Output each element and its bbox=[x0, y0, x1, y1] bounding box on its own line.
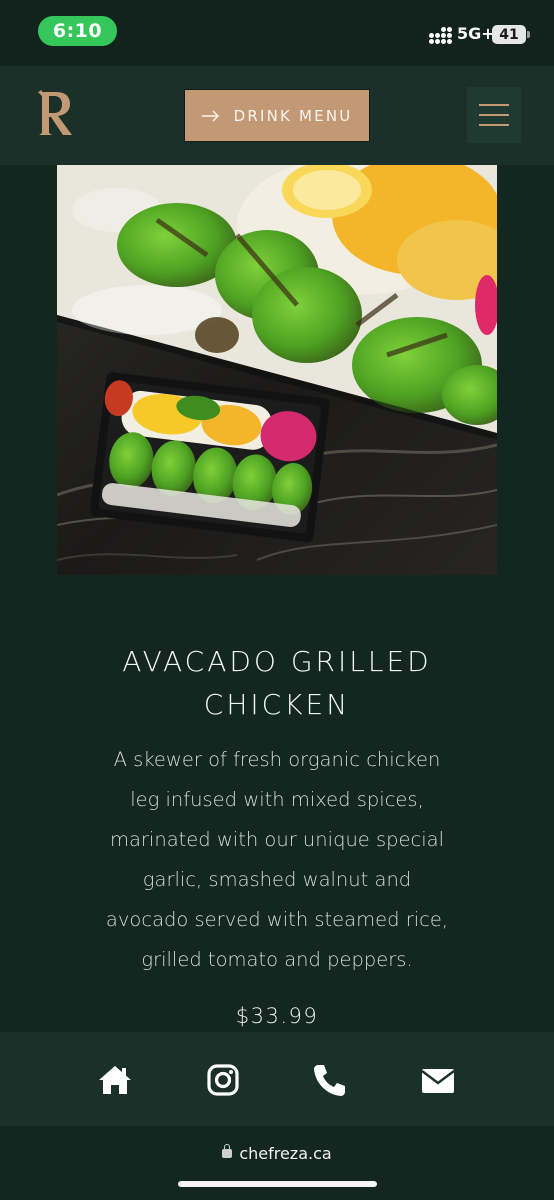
mail-icon[interactable] bbox=[420, 1062, 456, 1098]
signal-icon bbox=[429, 27, 452, 45]
hamburger-line bbox=[479, 124, 509, 126]
hamburger-line bbox=[479, 114, 509, 116]
description-line: leg infused with mixed spices, bbox=[130, 788, 424, 811]
home-indicator[interactable] bbox=[178, 1181, 377, 1187]
dish-photo bbox=[57, 165, 497, 575]
network-type: 5G+ bbox=[457, 24, 495, 43]
description-line: A skewer of fresh organic chicken bbox=[113, 748, 441, 771]
hamburger-line bbox=[479, 104, 509, 106]
dish-description: A skewer of fresh organic chicken leg in… bbox=[84, 740, 470, 980]
battery-level: 41 bbox=[499, 26, 519, 43]
logo-icon[interactable] bbox=[36, 88, 76, 140]
status-bar: 6:10 5G+ 41 bbox=[0, 0, 554, 66]
phone-icon[interactable] bbox=[312, 1062, 348, 1098]
instagram-icon[interactable] bbox=[205, 1062, 241, 1098]
dish-title-line: CHICKEN bbox=[203, 688, 351, 721]
description-line: avocado served with steamed rice, bbox=[105, 908, 449, 931]
description-line: marinated with our unique special bbox=[109, 828, 445, 851]
drink-menu-button[interactable]: DRINK MENU bbox=[184, 89, 370, 142]
arrow-right-icon bbox=[201, 110, 219, 121]
url-field[interactable]: chefreza.ca bbox=[0, 1144, 554, 1163]
url-text: chefreza.ca bbox=[239, 1144, 332, 1163]
description-line: grilled tomato and peppers. bbox=[141, 948, 413, 971]
browser-bar: chefreza.ca bbox=[0, 1126, 554, 1200]
battery-icon: 41 bbox=[492, 25, 530, 44]
drink-menu-label: DRINK MENU bbox=[233, 106, 353, 125]
dish-title: AVACADO GRILLED CHICKEN bbox=[60, 640, 494, 726]
dish-photo-illustration bbox=[57, 165, 497, 575]
dish-price: $33.99 bbox=[235, 1004, 319, 1028]
hamburger-menu-button[interactable] bbox=[467, 87, 521, 143]
status-time: 6:10 bbox=[38, 16, 117, 46]
dish-title-line: AVACADO GRILLED bbox=[122, 645, 432, 678]
bottom-nav bbox=[0, 1032, 554, 1126]
description-line: garlic, smashed walnut and bbox=[142, 868, 412, 891]
home-icon[interactable] bbox=[97, 1062, 133, 1098]
lock-icon bbox=[222, 1144, 233, 1158]
